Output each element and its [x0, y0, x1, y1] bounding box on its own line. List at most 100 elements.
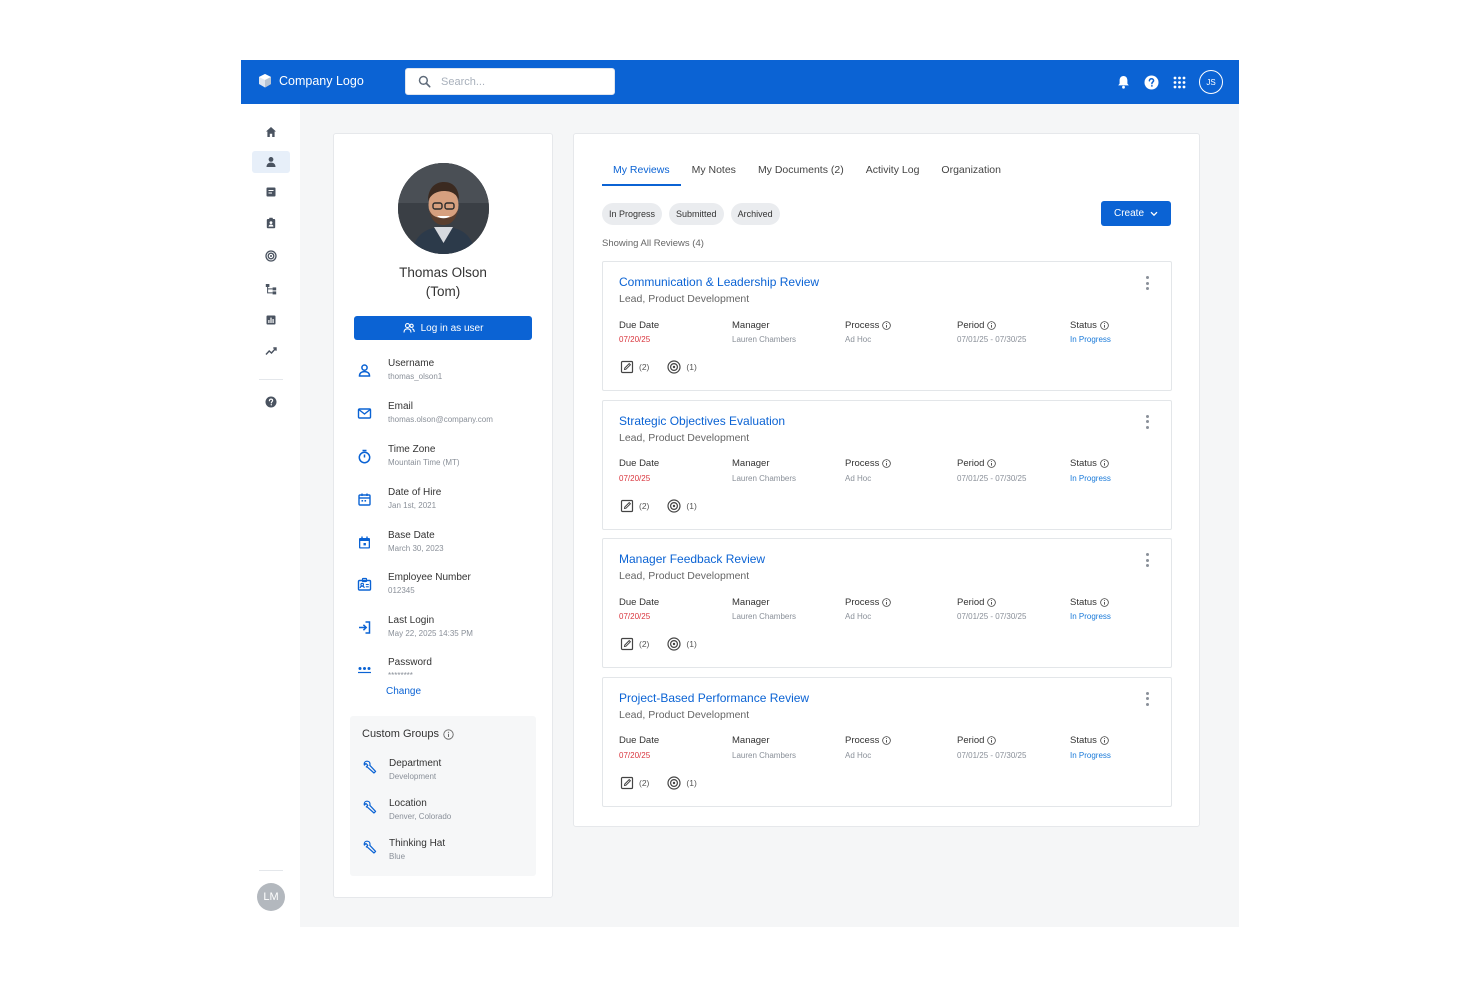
notes-count: (2): [639, 777, 650, 788]
col-label: Due Date: [619, 734, 659, 748]
user-avatar[interactable]: JS: [1199, 70, 1223, 94]
edit-note-icon[interactable]: [620, 776, 634, 790]
col-label-text: Due Date: [619, 596, 660, 608]
apps-grid-icon[interactable]: [1171, 74, 1187, 90]
nav-notes[interactable]: [252, 181, 290, 203]
col-status: Status In Progress: [1070, 595, 1111, 622]
review-card[interactable]: Manager Feedback Review Lead, Product De…: [602, 538, 1172, 668]
filter-submitted[interactable]: Submitted: [669, 203, 724, 225]
col-label: Period: [957, 734, 1026, 748]
left-nav: LM: [241, 104, 300, 927]
nav-org[interactable]: [252, 278, 290, 300]
info-icon[interactable]: [443, 728, 454, 740]
col-label: Status: [1070, 318, 1111, 332]
nav-reports[interactable]: [252, 309, 290, 331]
tab-organization[interactable]: Organization: [930, 162, 1012, 186]
review-title[interactable]: Manager Feedback Review: [619, 552, 765, 566]
info-icon[interactable]: [1100, 459, 1109, 468]
info-icon[interactable]: [1100, 597, 1109, 607]
profile-card: Thomas Olson (Tom) Log in as user Userna…: [333, 133, 553, 898]
more-options-icon[interactable]: [1143, 414, 1151, 429]
profile-photo: [398, 163, 489, 254]
col-label: Period: [957, 457, 1026, 471]
review-title[interactable]: Project-Based Performance Review: [619, 691, 809, 705]
info-icon[interactable]: [882, 459, 892, 468]
cube-logo-icon: [259, 74, 271, 88]
col-label: Due Date: [619, 318, 659, 332]
edit-note-icon[interactable]: [620, 360, 634, 374]
review-counts: (2) (1): [620, 775, 715, 790]
tab-my-documents[interactable]: My Documents (2): [747, 162, 855, 186]
help-icon[interactable]: [1143, 74, 1159, 90]
create-label: Create: [1113, 208, 1144, 219]
log-in-as-user-button[interactable]: Log in as user: [354, 316, 532, 340]
notes-count: (2): [639, 362, 650, 372]
target-icon[interactable]: [667, 498, 681, 513]
create-button[interactable]: Create: [1101, 201, 1171, 226]
review-card[interactable]: Strategic Objectives Evaluation Lead, Pr…: [602, 399, 1172, 530]
tab-activity-log[interactable]: Activity Log: [855, 162, 931, 186]
badge-icon: [266, 217, 276, 229]
group-label: Location: [389, 798, 427, 809]
nav-people[interactable]: [252, 151, 290, 173]
review-title[interactable]: Strategic Objectives Evaluation: [619, 414, 785, 428]
col-label-text: Due Date: [619, 458, 660, 469]
wrench-icon: [363, 800, 377, 814]
info-value: Jan 1st, 2021: [388, 501, 437, 510]
col-label-text: Manager: [732, 319, 770, 331]
col-status: Status In Progress: [1070, 318, 1111, 345]
company-logo[interactable]: Company Logo: [257, 73, 364, 89]
info-icon[interactable]: [882, 736, 892, 745]
info-icon[interactable]: [882, 597, 892, 607]
search-input[interactable]: [441, 75, 591, 88]
filter-archived[interactable]: Archived: [730, 203, 780, 225]
info-icon[interactable]: [882, 320, 892, 330]
notes-count: (2): [639, 500, 650, 511]
trend-icon: [265, 347, 277, 355]
nav-help[interactable]: [252, 391, 290, 413]
change-password-link[interactable]: Change: [386, 686, 421, 697]
more-options-icon[interactable]: [1143, 691, 1151, 706]
target-icon[interactable]: [667, 360, 681, 374]
tab-my-notes[interactable]: My Notes: [681, 162, 747, 186]
nav-badge[interactable]: [252, 212, 290, 234]
due-date-value: 07/20/25: [619, 750, 651, 760]
search-icon: [418, 75, 431, 88]
info-label: Username: [388, 358, 435, 369]
more-options-icon[interactable]: [1143, 553, 1151, 567]
nav-goals[interactable]: [252, 245, 290, 267]
bar-chart-icon: [266, 315, 276, 325]
wrench-icon: [363, 760, 377, 774]
bottom-user-avatar[interactable]: LM: [257, 883, 285, 911]
col-label: Process: [845, 595, 892, 609]
edit-note-icon[interactable]: [620, 637, 634, 651]
info-icon[interactable]: [1100, 320, 1109, 330]
info-password: Password ********: [354, 656, 544, 682]
info-icon[interactable]: [987, 736, 997, 745]
review-title[interactable]: Communication & Leadership Review: [619, 275, 819, 289]
search-box[interactable]: [405, 68, 615, 95]
period-value: 07/01/25 - 07/30/25: [957, 473, 1027, 483]
info-icon[interactable]: [987, 320, 997, 330]
target-icon[interactable]: [667, 637, 681, 651]
group-label: Department: [389, 758, 442, 769]
calendar-event-icon: [354, 532, 374, 552]
tab-my-reviews[interactable]: My Reviews: [602, 162, 681, 186]
status-value: In Progress: [1070, 750, 1111, 760]
col-label-text: Manager: [732, 735, 770, 746]
info-icon[interactable]: [987, 459, 997, 468]
info-icon[interactable]: [1100, 736, 1109, 745]
filter-in-progress[interactable]: In Progress: [602, 203, 663, 225]
edit-note-icon[interactable]: [620, 499, 634, 513]
bell-icon[interactable]: [1115, 74, 1131, 90]
process-value: Ad Hoc: [845, 473, 872, 483]
nav-home[interactable]: [252, 121, 290, 143]
more-options-icon[interactable]: [1143, 276, 1151, 290]
review-card[interactable]: Communication & Leadership Review Lead, …: [602, 261, 1172, 391]
col-label-text: Manager: [732, 458, 770, 469]
info-icon[interactable]: [987, 597, 997, 607]
review-counts: (2) (1): [620, 360, 715, 374]
nav-trends[interactable]: [252, 340, 290, 362]
target-icon[interactable]: [667, 775, 681, 790]
review-card[interactable]: Project-Based Performance Review Lead, P…: [602, 676, 1172, 807]
